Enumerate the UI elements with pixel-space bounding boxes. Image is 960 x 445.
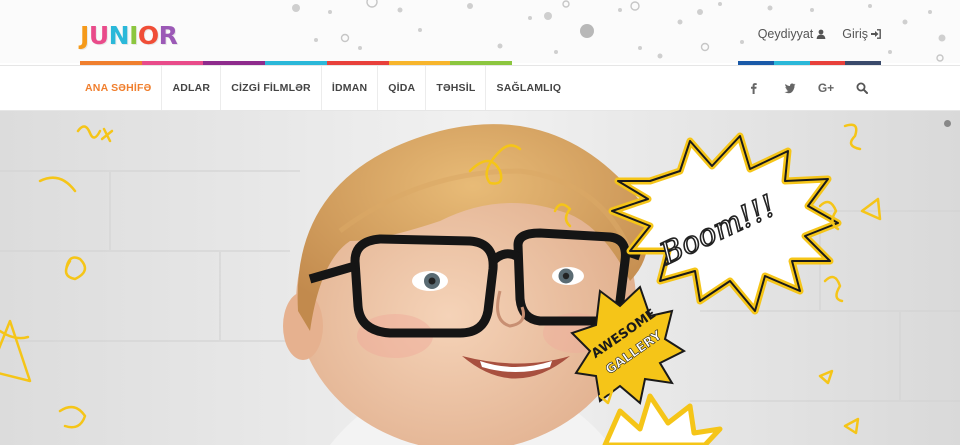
auth-links: Qeydiyyat Giriş: [758, 27, 881, 41]
login-link[interactable]: Giriş: [842, 27, 881, 41]
logo-letter: O: [137, 21, 159, 50]
nav-item-sports[interactable]: İDMAN: [322, 66, 379, 110]
nav-item-cartoons[interactable]: CİZGİ FİLMLƏR: [221, 66, 322, 110]
google-plus-link[interactable]: G+: [808, 66, 844, 110]
facebook-link[interactable]: [736, 66, 772, 110]
google-plus-icon: G+: [817, 81, 835, 95]
user-icon: [816, 29, 826, 39]
register-label: Qeydiyyat: [757, 27, 814, 41]
register-link[interactable]: Qeydiyyat: [758, 27, 827, 41]
search-icon: [856, 82, 868, 94]
hero-image: Boom!!! AWESOME GALLERY: [0, 111, 960, 445]
twitter-link[interactable]: [772, 66, 808, 110]
nav-item-education[interactable]: TƏHSİL: [426, 66, 487, 110]
top-header: J U N I O R Qeydiyyat Giriş: [0, 0, 960, 63]
social-links: G+: [736, 66, 880, 110]
search-button[interactable]: [844, 66, 880, 110]
twitter-icon: [784, 83, 796, 94]
logo-letter: J: [80, 21, 89, 50]
nav-item-names[interactable]: ADLAR: [162, 66, 222, 110]
sign-in-icon: [871, 29, 881, 39]
nav-item-food[interactable]: QİDA: [378, 66, 427, 110]
logo-letter: R: [158, 21, 178, 50]
slider-dot[interactable]: [944, 120, 951, 127]
hero-slider: Boom!!! AWESOME GALLERY: [0, 111, 960, 445]
site-logo[interactable]: J U N I O R: [80, 18, 178, 50]
nav-item-health[interactable]: SAĞLAMLIQ: [486, 66, 571, 110]
nav-menu: ANA SƏHİFƏ ADLAR CİZGİ FİLMLƏR İDMAN QİD…: [75, 66, 571, 110]
main-nav: ANA SƏHİFƏ ADLAR CİZGİ FİLMLƏR İDMAN QİD…: [0, 65, 960, 111]
facebook-icon: [751, 83, 757, 94]
logo-letter: N: [108, 21, 130, 50]
nav-item-home[interactable]: ANA SƏHİFƏ: [75, 66, 163, 110]
logo-letter: U: [88, 21, 109, 50]
logo-letter: I: [129, 21, 138, 50]
login-label: Giriş: [842, 27, 868, 41]
